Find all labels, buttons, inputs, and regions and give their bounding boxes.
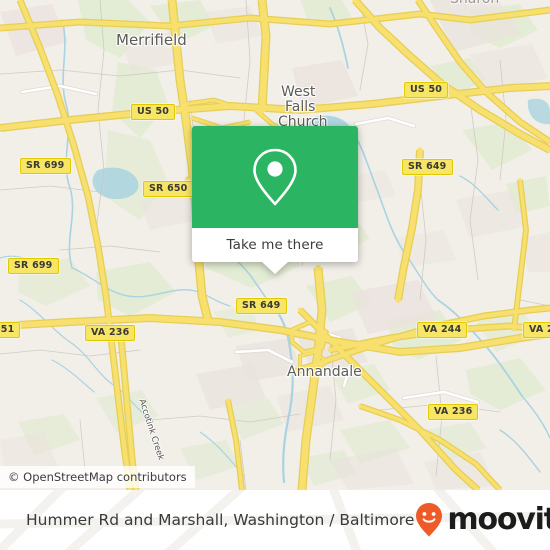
location-title: Hummer Rd and Marshall, Washington / Bal… xyxy=(26,511,415,529)
take-me-there-button[interactable]: Take me there xyxy=(192,228,358,262)
moovit-wordmark: moovit xyxy=(447,502,550,537)
road-shield-sr-699-south[interactable]: SR 699 xyxy=(8,258,59,274)
moovit-logo[interactable]: moovit xyxy=(414,502,550,538)
map-pin-icon xyxy=(253,148,297,206)
moovit-map-screenshot: .rdc { fill:none; stroke:#e6ce57; } .rd … xyxy=(0,0,550,550)
road-shield-sr-649-south[interactable]: SR 649 xyxy=(236,298,287,314)
road-shield-sr-699-north[interactable]: SR 699 xyxy=(20,158,71,174)
map-canvas[interactable]: .rdc { fill:none; stroke:#e6ce57; } .rd … xyxy=(0,0,550,490)
road-shield-us-50-east[interactable]: US 50 xyxy=(404,82,449,98)
road-shield-651[interactable]: 651 xyxy=(0,322,21,338)
osm-attribution[interactable]: © OpenStreetMap contributors xyxy=(0,466,195,488)
road-shield-va-244-mid[interactable]: VA 244 xyxy=(417,322,468,338)
popup-icon-area xyxy=(192,126,358,228)
road-shield-va-244-east[interactable]: VA 244 xyxy=(523,322,550,338)
footer-bar: Hummer Rd and Marshall, Washington / Bal… xyxy=(0,490,550,550)
road-shield-sr-649-north[interactable]: SR 649 xyxy=(402,159,453,175)
take-me-there-label: Take me there xyxy=(226,237,324,253)
popup-tail-arrow xyxy=(262,262,288,274)
destination-popup-card[interactable]: Take me there xyxy=(192,126,358,274)
moovit-smiley-pin-icon xyxy=(416,503,443,537)
road-shield-va-236-east[interactable]: VA 236 xyxy=(428,404,479,420)
road-shield-va-236-west[interactable]: VA 236 xyxy=(85,325,136,341)
road-shield-us-50-west[interactable]: US 50 xyxy=(131,104,176,120)
road-shield-sr-650[interactable]: SR 650 xyxy=(143,181,194,197)
